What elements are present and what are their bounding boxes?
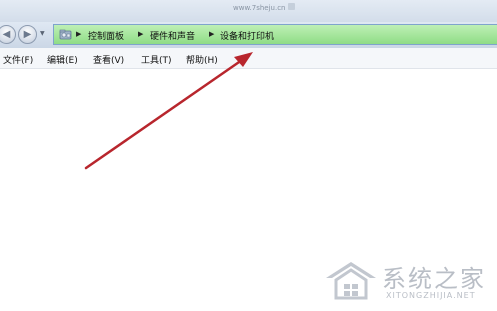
watermark-site-name: 系统之家: [382, 265, 486, 293]
watermark: 系统之家 XITONGZHIJIA.NET: [316, 252, 497, 311]
watermark-site-url: XITONGZHIJIA.NET: [386, 291, 476, 300]
house-logo-icon: [326, 262, 376, 300]
